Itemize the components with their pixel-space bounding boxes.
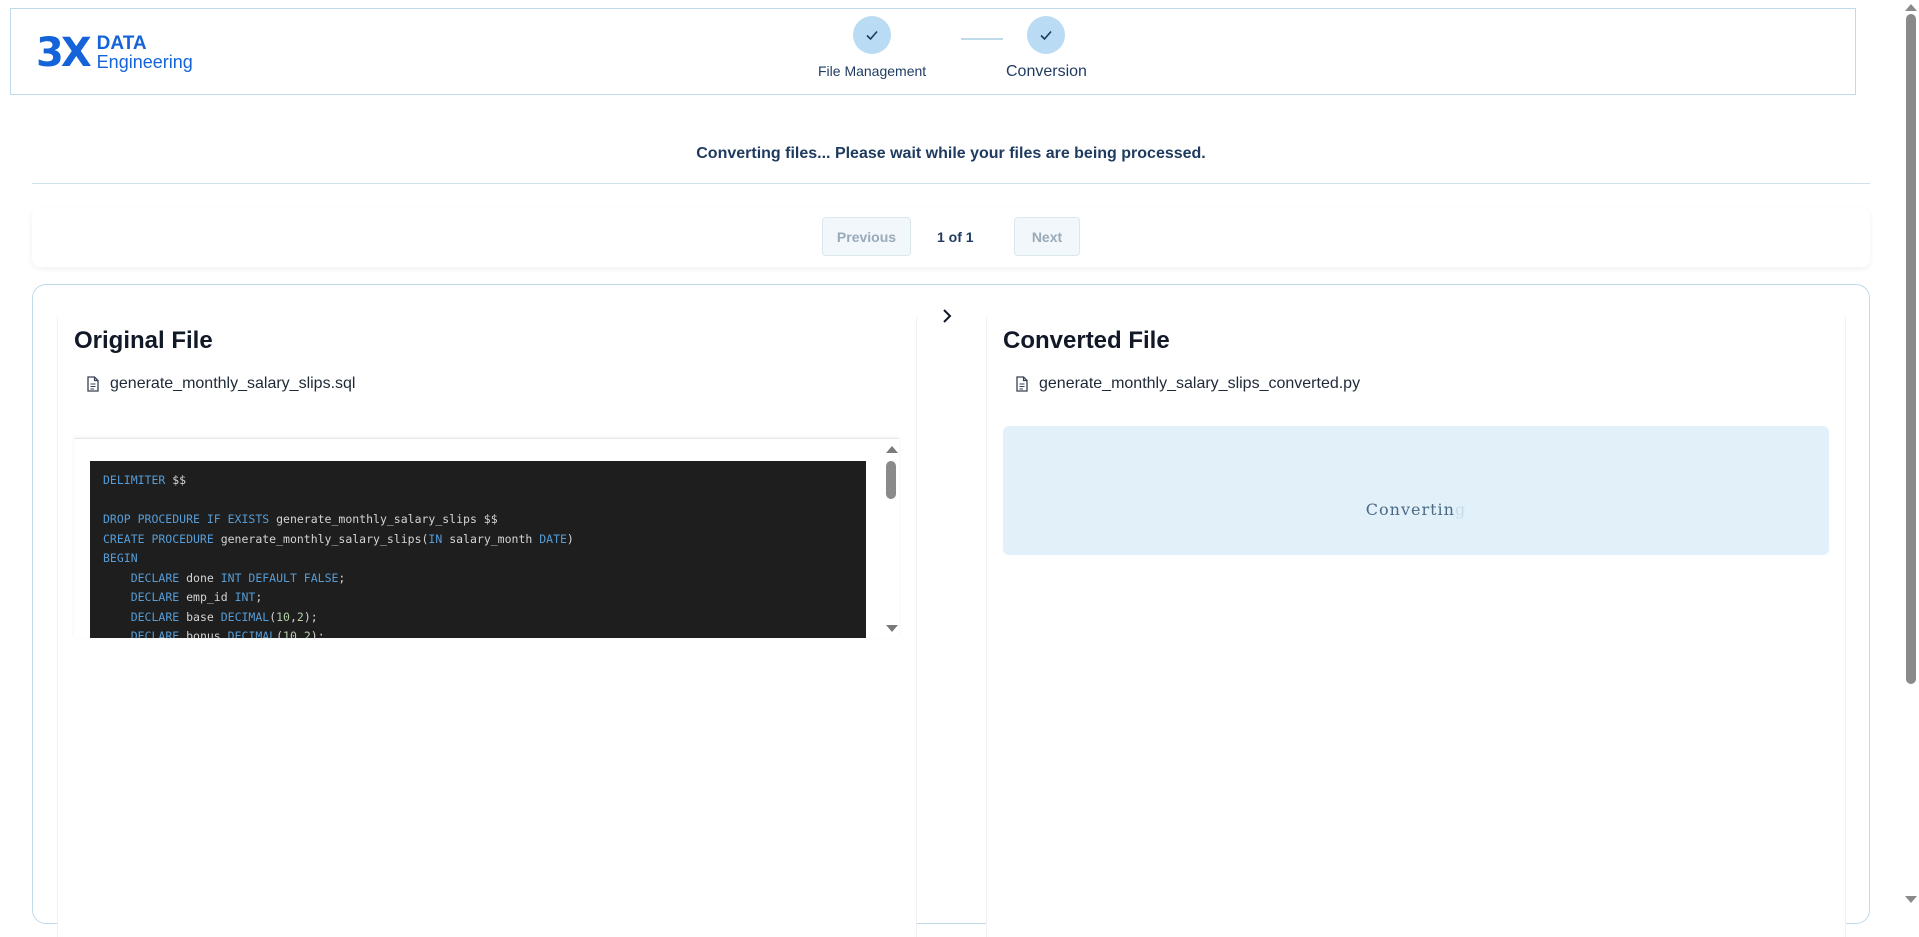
scroll-up-icon[interactable] (1905, 4, 1917, 11)
logo-mark: 3X (36, 30, 92, 76)
next-button[interactable]: Next (1014, 217, 1080, 256)
step-circle (1027, 16, 1066, 54)
step-label: Conversion (1006, 63, 1087, 80)
converted-file-row[interactable]: generate_monthly_salary_slips_converted.… (1015, 375, 1360, 393)
page-indicator: 1 of 1 (937, 229, 974, 245)
original-file-panel: Original File generate_monthly_salary_sl… (57, 317, 917, 937)
scroll-thumb[interactable] (886, 461, 896, 499)
page-scrollbar[interactable] (1902, 0, 1919, 909)
original-file-title: Original File (74, 327, 213, 354)
file-icon (1016, 376, 1028, 392)
check-icon (866, 30, 878, 41)
chevron-right-icon[interactable] (938, 307, 956, 325)
pagination: Previous 1 of 1 Next (32, 207, 1870, 267)
converting-placeholder: Converting (1003, 426, 1829, 555)
scroll-down-icon[interactable] (886, 625, 898, 632)
step-label: File Management (818, 63, 927, 79)
converting-text: Converting (1365, 500, 1467, 519)
original-file-name: generate_monthly_salary_slips.sql (110, 375, 356, 392)
file-icon (87, 376, 99, 392)
previous-button[interactable]: Previous (822, 217, 911, 256)
converted-file-name: generate_monthly_salary_slips_converted.… (1039, 375, 1361, 392)
logo-line1: DATA (96, 33, 147, 54)
scroll-thumb[interactable] (1906, 14, 1916, 684)
step-file-management[interactable]: File Management (818, 16, 926, 79)
status-message: Converting files... Please wait while yo… (696, 145, 1206, 162)
step-connector (961, 38, 1003, 40)
converted-file-panel: Converted File generate_monthly_salary_s… (986, 317, 1846, 937)
scroll-down-icon[interactable] (1905, 896, 1917, 903)
status-bar: Converting files... Please wait while yo… (32, 112, 1870, 184)
code-scrollbar[interactable] (882, 439, 899, 638)
converted-file-title: Converted File (1003, 327, 1170, 354)
logo[interactable]: 3X DATA Engineering (36, 33, 193, 73)
original-file-row[interactable]: generate_monthly_salary_slips.sql (86, 375, 355, 393)
check-icon (1040, 30, 1053, 41)
scroll-up-icon[interactable] (886, 446, 898, 453)
comparison-panel: Original File generate_monthly_salary_sl… (32, 284, 1870, 937)
logo-line2: Engineering (96, 52, 193, 72)
code-block: DELIMITER $$ DROP PROCEDURE IF EXISTS ge… (90, 461, 866, 638)
step-conversion[interactable]: Conversion (1006, 16, 1087, 81)
app-header: 3X DATA Engineering File Management Conv… (10, 8, 1856, 95)
step-circle (853, 16, 892, 54)
code-viewer[interactable]: DELIMITER $$ DROP PROCEDURE IF EXISTS ge… (74, 438, 899, 638)
